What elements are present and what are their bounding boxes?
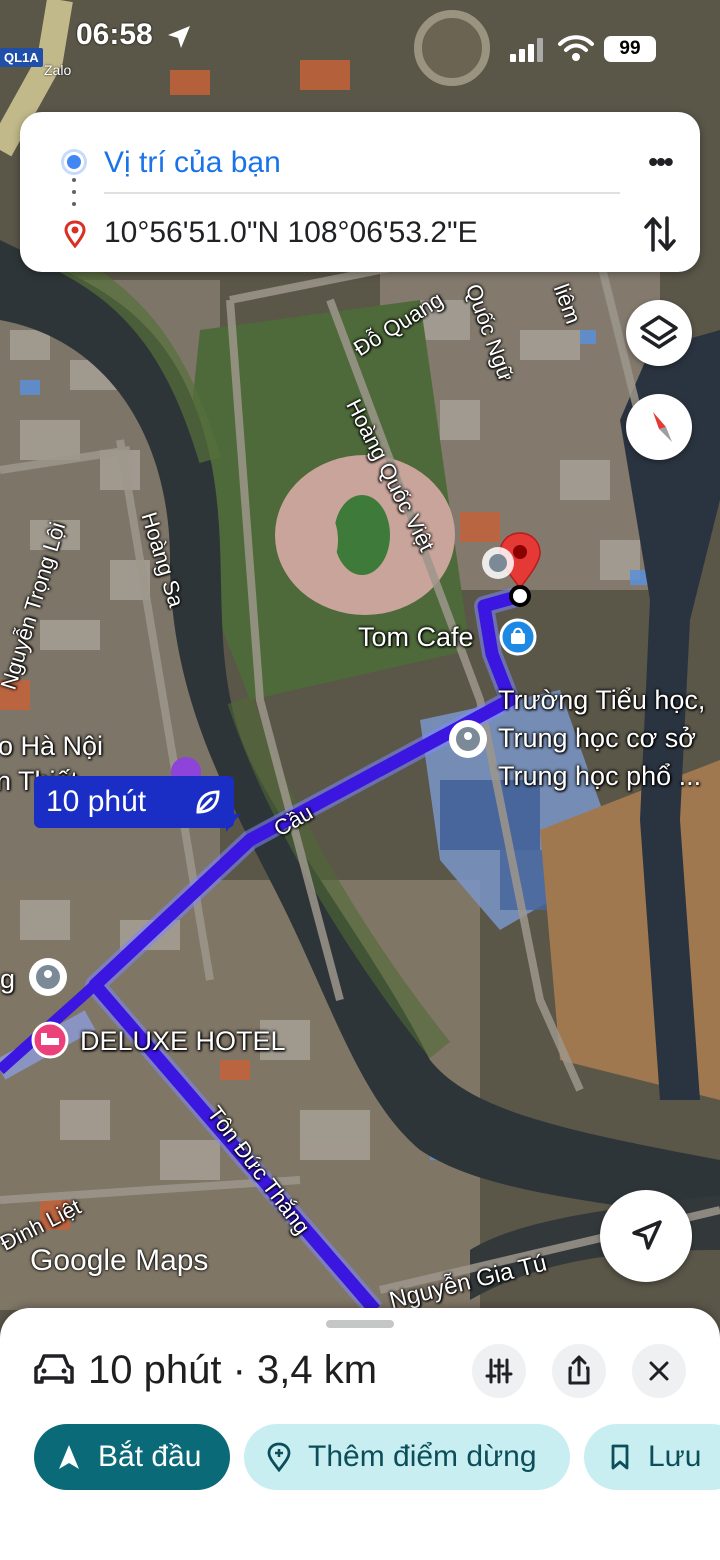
place-label-g[interactable]: g (0, 964, 15, 995)
place-marker-icon[interactable] (29, 958, 67, 996)
card-divider (104, 192, 620, 194)
location-arrow-icon (168, 26, 190, 48)
compass-icon (653, 412, 672, 442)
close-icon (649, 1361, 669, 1381)
place-label-deluxe-hotel[interactable]: DELUXE HOTEL (80, 1026, 286, 1057)
place-label-school-2[interactable]: Trung học cơ sở (498, 723, 696, 754)
car-icon (34, 1354, 74, 1384)
save-button[interactable]: Lưu (584, 1424, 720, 1490)
eco-leaf-icon (196, 790, 220, 814)
origin-label[interactable]: Vị trí của bạn (104, 146, 281, 180)
navigation-arrow-icon (59, 1445, 79, 1469)
status-bar: QL1A 06:58 Zalo 99 (0, 0, 720, 80)
my-location-dot-icon (64, 152, 84, 172)
trip-summary: 10 phút · 3,4 km (88, 1348, 378, 1392)
status-time: 06:58 (76, 18, 153, 51)
start-navigation-button[interactable]: Bắt đầu (34, 1424, 230, 1490)
start-label: Bắt đầu (98, 1440, 202, 1473)
place-label-tom-cafe[interactable]: Tom Cafe (358, 622, 474, 653)
share-button[interactable] (552, 1344, 606, 1398)
add-stop-label: Thêm điểm dừng (308, 1440, 537, 1473)
pin-plus-icon (267, 1442, 291, 1472)
route-time-text: 10 phút (46, 785, 147, 818)
layers-button[interactable] (626, 300, 692, 366)
origin-row[interactable]: Vị trí của bạn ••• (20, 122, 700, 182)
destination-row[interactable]: 10°56'51.0"N 108°06'53.2"E (20, 202, 700, 262)
location-pin-icon (64, 220, 86, 248)
callout-tail (226, 814, 240, 832)
poi-marker-icon[interactable] (482, 547, 514, 579)
destination-label[interactable]: 10°56'51.0"N 108°06'53.2"E (104, 216, 478, 250)
shopping-bag-icon[interactable] (499, 618, 537, 656)
route-time-callout[interactable]: 10 phút (34, 776, 234, 828)
layers-icon (640, 315, 678, 349)
route-bottom-sheet: 10 phút · 3,4 km Bắt đầu Thêm điểm dừng (0, 1308, 720, 1560)
battery-indicator: 99 (604, 36, 656, 62)
wifi-icon (558, 35, 594, 61)
bookmark-icon (611, 1444, 629, 1470)
signal-icon (510, 38, 543, 62)
google-maps-attribution: Google Maps (30, 1244, 209, 1277)
school-marker-icon[interactable] (449, 720, 487, 758)
more-icon[interactable]: ••• (640, 142, 680, 182)
place-label-school-3[interactable]: Trung học phổ ... (498, 761, 701, 792)
add-stop-button[interactable]: Thêm điểm dừng (244, 1424, 570, 1490)
place-label-school-1[interactable]: Trường Tiểu học, (498, 685, 705, 716)
save-label: Lưu (648, 1440, 702, 1473)
road-badge: QL1A (0, 48, 43, 67)
route-options-button[interactable] (472, 1344, 526, 1398)
tune-icon (485, 1358, 513, 1384)
my-location-button[interactable] (600, 1190, 692, 1282)
close-button[interactable] (632, 1344, 686, 1398)
place-label-ha-noi[interactable]: o Hà Nội (0, 731, 103, 762)
swap-icon[interactable] (642, 214, 678, 254)
sheet-drag-handle[interactable] (326, 1320, 394, 1328)
navigation-arrow-icon (632, 1220, 662, 1250)
hotel-marker-icon[interactable] (31, 1021, 69, 1059)
compass-button[interactable] (626, 394, 692, 460)
back-to-app-label[interactable]: Zalo (44, 62, 71, 78)
share-icon (568, 1355, 590, 1385)
directions-card: Vị trí của bạn ••• 10°56'51.0"N 108°06'5… (20, 112, 700, 272)
